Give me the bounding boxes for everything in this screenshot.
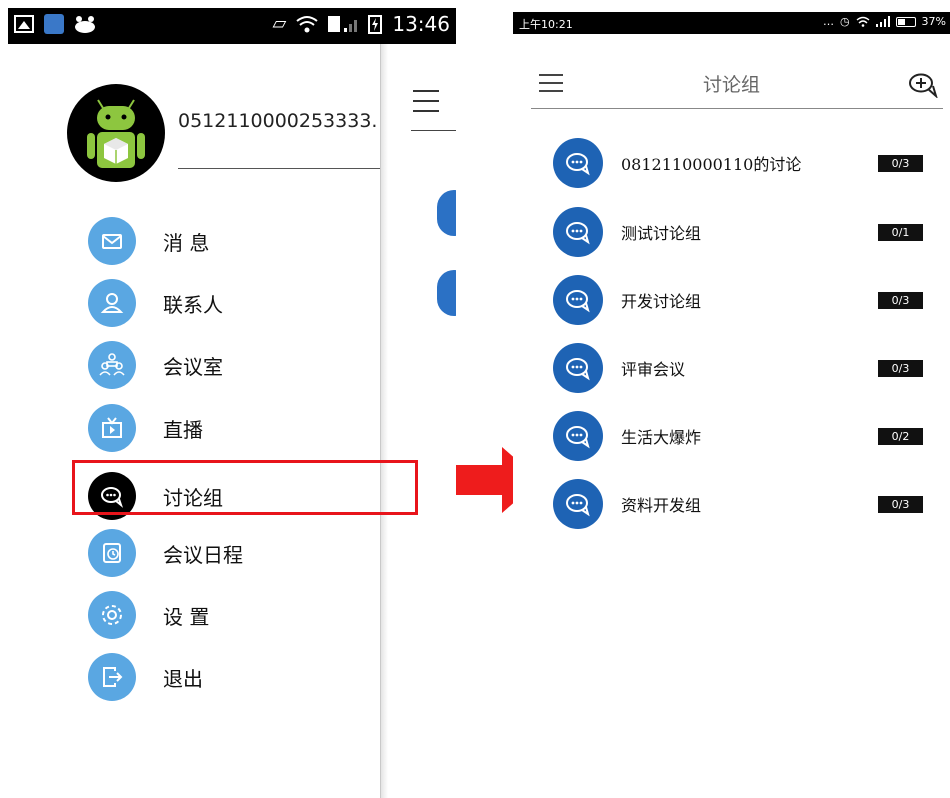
chat-bubble-icon — [553, 343, 603, 393]
vibrate-icon: ▱ — [272, 13, 287, 34]
hamburger-menu-icon[interactable] — [413, 90, 439, 120]
drawer-shadow — [380, 44, 388, 798]
left-phone-screen: ▱ 13:46 0512110000253333. 消 息 联系人 会议室 直播… — [8, 8, 456, 798]
member-count-badge: 0/3 — [878, 154, 923, 172]
menu-item-meeting-schedule[interactable]: 会议日程 — [88, 528, 348, 578]
list-item-icon-peek — [437, 190, 456, 236]
menu-item-live[interactable]: 直播 — [88, 403, 348, 453]
status-bar: 上午10:21 … ◷ 37% — [513, 12, 950, 34]
live-tv-icon — [88, 404, 136, 452]
app-header: 讨论组 — [513, 34, 950, 108]
account-underline — [178, 168, 380, 169]
right-phone-screen: 上午10:21 … ◷ 37% 讨论组 0812110000110的讨论 0/3 — [513, 12, 950, 798]
menu-item-label: 设 置 — [163, 604, 210, 629]
list-item[interactable]: 资料开发组 0/3 — [553, 477, 923, 531]
android-notification-icon — [75, 16, 95, 33]
add-chat-icon[interactable] — [908, 72, 938, 98]
account-id: 0512110000253333. — [178, 110, 378, 132]
highlight-frame — [72, 460, 418, 515]
logout-icon — [88, 653, 136, 701]
group-name: 0812110000110的讨论 — [621, 155, 802, 174]
avatar[interactable] — [67, 84, 165, 182]
group-name: 测试讨论组 — [621, 224, 702, 243]
menu-item-label: 退出 — [163, 666, 203, 691]
member-count-badge: 0/2 — [878, 427, 923, 445]
status-time: 13:46 — [392, 12, 450, 36]
contact-icon — [88, 279, 136, 327]
menu-item-messages[interactable]: 消 息 — [88, 216, 348, 266]
chat-bubble-icon — [553, 479, 603, 529]
group-name: 开发讨论组 — [621, 292, 702, 311]
chat-bubble-icon — [553, 275, 603, 325]
member-count-badge: 0/3 — [878, 291, 923, 309]
list-item[interactable]: 生活大爆炸 0/2 — [553, 409, 923, 463]
battery-charging-icon — [368, 15, 383, 34]
page-title: 讨论组 — [702, 74, 760, 96]
header-divider — [411, 130, 456, 131]
menu-item-label: 联系人 — [163, 292, 223, 317]
wifi-icon — [296, 16, 318, 33]
meeting-room-icon — [88, 341, 136, 389]
alarm-icon: ◷ — [839, 15, 850, 28]
android-avatar-icon — [87, 99, 145, 168]
member-count-badge: 0/3 — [878, 495, 923, 513]
menu-item-meeting-room[interactable]: 会议室 — [88, 340, 348, 390]
settings-gear-icon — [88, 591, 136, 639]
status-bar: ▱ 13:46 — [8, 8, 456, 44]
schedule-icon — [88, 529, 136, 577]
menu-item-label: 会议日程 — [163, 542, 243, 567]
wifi-icon — [856, 16, 869, 27]
gallery-notification-icon — [14, 15, 34, 33]
status-time: 上午10:21 — [519, 18, 573, 31]
chat-bubble-icon — [553, 207, 603, 257]
underlying-page — [380, 44, 456, 798]
menu-item-logout[interactable]: 退出 — [88, 652, 348, 702]
group-name: 生活大爆炸 — [621, 428, 702, 447]
list-item[interactable]: 测试讨论组 0/1 — [553, 205, 923, 259]
mail-icon — [88, 217, 136, 265]
battery-level: 37% — [921, 15, 946, 28]
menu-item-label: 会议室 — [163, 354, 223, 379]
signal-icon — [328, 16, 358, 32]
group-name: 评审会议 — [621, 360, 686, 379]
list-item[interactable]: 0812110000110的讨论 0/3 — [553, 136, 923, 190]
menu-item-label: 直播 — [163, 417, 203, 442]
menu-item-label: 消 息 — [163, 230, 210, 255]
more-notifications-icon: … — [822, 15, 834, 28]
group-name: 资料开发组 — [621, 496, 702, 515]
header-divider — [531, 108, 943, 109]
member-count-badge: 0/1 — [878, 223, 923, 241]
menu-item-contacts[interactable]: 联系人 — [88, 278, 348, 328]
chat-bubble-icon — [553, 138, 603, 188]
chat-bubble-icon — [553, 411, 603, 461]
member-count-badge: 0/3 — [878, 359, 923, 377]
menu-item-settings[interactable]: 设 置 — [88, 590, 348, 640]
signal-icon — [875, 16, 890, 27]
app-notification-icon — [44, 14, 64, 34]
list-item-icon-peek — [437, 270, 456, 316]
battery-icon — [895, 16, 916, 27]
list-item[interactable]: 评审会议 0/3 — [553, 341, 923, 395]
list-item[interactable]: 开发讨论组 0/3 — [553, 273, 923, 327]
